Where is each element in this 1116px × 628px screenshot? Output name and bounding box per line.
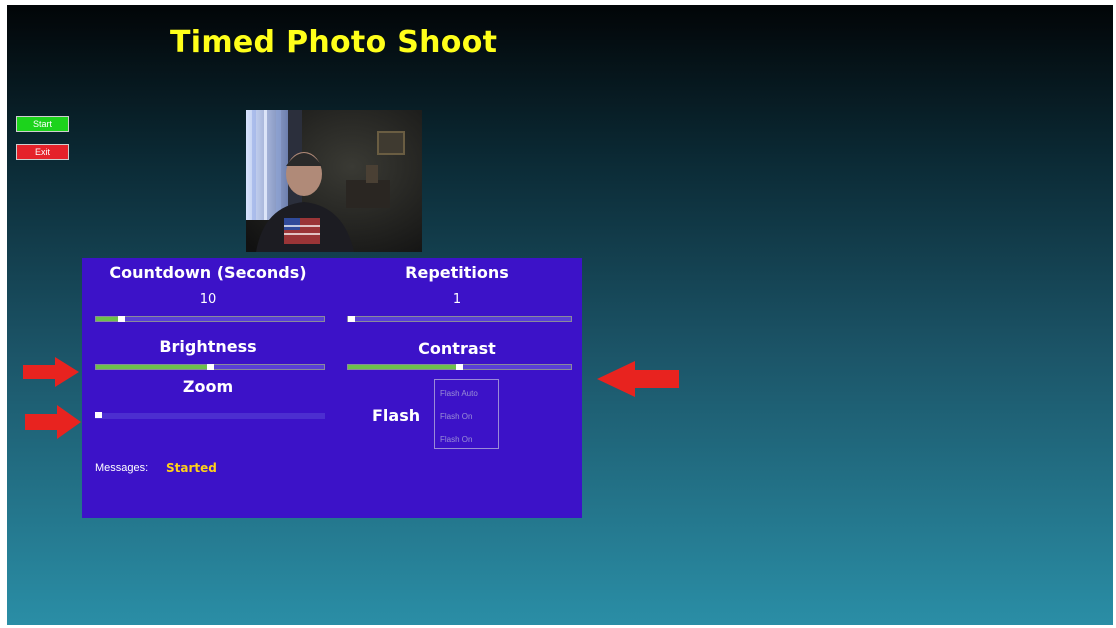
zoom-slider-thumb[interactable] <box>95 412 102 418</box>
contrast-slider-thumb[interactable] <box>456 364 463 370</box>
red-arrow-icon <box>597 361 679 397</box>
countdown-slider-thumb[interactable] <box>118 316 125 322</box>
messages-value: Started <box>166 461 217 475</box>
contrast-slider[interactable] <box>347 364 572 370</box>
repetitions-slider-thumb[interactable] <box>348 316 355 322</box>
repetitions-slider[interactable] <box>347 316 572 322</box>
start-button[interactable]: Start <box>16 116 69 132</box>
flash-option-on[interactable]: Flash On <box>440 412 472 421</box>
zoom-slider[interactable] <box>95 412 325 419</box>
contrast-label: Contrast <box>418 339 496 358</box>
page-title: Timed Photo Shoot <box>170 25 498 60</box>
countdown-value: 10 <box>199 292 217 307</box>
camera-preview <box>246 110 422 252</box>
brightness-slider-thumb[interactable] <box>207 364 214 370</box>
brightness-label: Brightness <box>159 337 257 356</box>
countdown-label: Countdown (Seconds) <box>109 263 307 282</box>
repetitions-value: 1 <box>452 292 462 307</box>
brightness-slider-fill <box>96 365 207 369</box>
flash-option-auto[interactable]: Flash Auto <box>440 389 478 398</box>
flash-options-list[interactable]: Flash Auto Flash On Flash On <box>434 379 499 449</box>
countdown-slider[interactable] <box>95 316 325 322</box>
red-arrow-icon <box>25 405 81 439</box>
contrast-slider-fill <box>348 365 456 369</box>
app-window: Timed Photo Shoot Start Exit Countdown (… <box>7 5 1113 625</box>
messages-label: Messages: <box>95 462 149 474</box>
repetitions-label: Repetitions <box>405 263 509 282</box>
controls-panel: Countdown (Seconds) 10 Repetitions 1 Bri… <box>82 258 582 518</box>
red-arrow-icon <box>23 357 79 387</box>
countdown-slider-fill <box>96 317 118 321</box>
camera-preview-image <box>246 110 422 252</box>
flash-label: Flash <box>372 406 421 425</box>
exit-button[interactable]: Exit <box>16 144 69 160</box>
brightness-slider[interactable] <box>95 364 325 370</box>
zoom-label: Zoom <box>182 377 234 396</box>
flash-option-on-2[interactable]: Flash On <box>440 435 472 444</box>
